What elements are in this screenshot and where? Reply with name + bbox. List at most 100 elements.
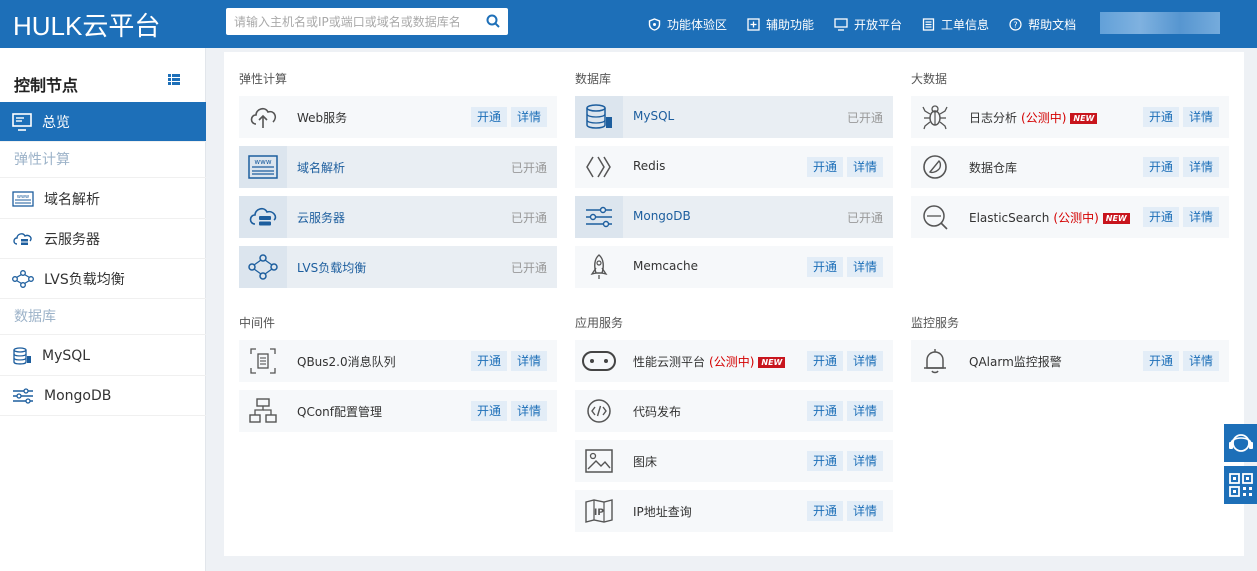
- service-card-image-bed: 图床 开通 详情: [575, 440, 893, 482]
- hierarchy-icon: [245, 395, 281, 427]
- spider-icon: [917, 101, 953, 133]
- nav-tickets[interactable]: 工单信息: [922, 16, 989, 33]
- open-button[interactable]: 开通: [807, 501, 843, 521]
- open-button[interactable]: 开通: [1143, 107, 1179, 127]
- support-button[interactable]: [1224, 424, 1257, 462]
- section-title-bigdata: 大数据: [911, 72, 948, 86]
- monitor-icon: [834, 17, 848, 31]
- user-account[interactable]: [1100, 12, 1220, 34]
- svg-text:?: ?: [1013, 20, 1017, 29]
- service-name: 图床: [633, 455, 658, 469]
- nav-aux-functions[interactable]: 辅助功能: [747, 16, 814, 33]
- open-button[interactable]: 开通: [807, 351, 843, 371]
- open-button[interactable]: 开通: [807, 157, 843, 177]
- nav-label: 工单信息: [941, 17, 990, 32]
- service-card-web: Web服务 开通 详情: [239, 96, 557, 138]
- service-card-data-warehouse: 数据仓库 开通 详情: [911, 146, 1229, 188]
- detail-button[interactable]: 详情: [847, 157, 883, 177]
- gamepad-icon: [581, 345, 617, 377]
- sidebar-category-compute: 弹性计算: [0, 142, 206, 178]
- shield-icon: [648, 17, 661, 31]
- beta-label: (公测中): [709, 355, 755, 369]
- sidebar-item-label: MongoDB: [44, 387, 112, 404]
- service-card-redis: Redis 开通 详情: [575, 146, 893, 188]
- list-icon[interactable]: [168, 74, 180, 89]
- open-button[interactable]: 开通: [807, 401, 843, 421]
- sidebar-item-dns[interactable]: www 域名解析: [0, 179, 206, 219]
- detail-button[interactable]: 详情: [847, 501, 883, 521]
- svg-text:www: www: [254, 158, 271, 166]
- search-input[interactable]: [226, 8, 476, 35]
- help-icon: ?: [1009, 17, 1022, 31]
- sidebar-item-mongodb[interactable]: MongoDB: [0, 376, 206, 416]
- search-icon[interactable]: [486, 14, 500, 32]
- monitor-icon: [12, 112, 32, 131]
- detail-button[interactable]: 详情: [847, 257, 883, 277]
- sidebar-item-label: MySQL: [42, 347, 91, 364]
- document-icon: [922, 17, 935, 31]
- service-name: LVS负载均衡: [297, 261, 367, 275]
- nav-open-platform[interactable]: 开放平台: [834, 16, 902, 33]
- open-button[interactable]: 开通: [1143, 351, 1179, 371]
- service-card-mongodb[interactable]: MongoDB 已开通: [575, 196, 893, 238]
- detail-button[interactable]: 详情: [511, 351, 547, 371]
- main-content: 弹性计算 Web服务 开通 详情 www 域名解析 已开通 云服务器 已开通 L…: [224, 52, 1244, 556]
- nav-label: 功能体验区: [667, 17, 728, 32]
- sidebar-item-mysql[interactable]: MySQL: [0, 336, 206, 376]
- open-button[interactable]: 开通: [471, 351, 507, 371]
- sidebar-item-label: LVS负载均衡: [44, 271, 125, 288]
- detail-button[interactable]: 详情: [511, 107, 547, 127]
- service-name: 性能云测平台 (公测中) NEW: [633, 353, 786, 370]
- cloud-server-icon: [13, 232, 32, 245]
- sidebar-item-lvs[interactable]: LVS负载均衡: [0, 259, 206, 299]
- detail-button[interactable]: 详情: [847, 451, 883, 471]
- qr-code-button[interactable]: [1224, 466, 1257, 504]
- detail-button[interactable]: 详情: [847, 351, 883, 371]
- bell-icon: [917, 345, 953, 377]
- detail-button[interactable]: 详情: [1183, 351, 1219, 371]
- logo[interactable]: HULK云平台: [13, 6, 160, 43]
- service-name: Web服务: [297, 111, 348, 125]
- detail-button[interactable]: 详情: [1183, 207, 1219, 227]
- service-name: MongoDB: [633, 209, 691, 223]
- cloud-server-icon: [245, 201, 281, 233]
- status-opened: 已开通: [510, 161, 547, 175]
- service-card-qconf: QConf配置管理 开通 详情: [239, 390, 557, 432]
- status-opened: 已开通: [846, 211, 883, 225]
- sidebar-item-cloud-server[interactable]: 云服务器: [0, 219, 206, 259]
- detail-button[interactable]: 详情: [847, 401, 883, 421]
- open-button[interactable]: 开通: [1143, 157, 1179, 177]
- nav-label: 开放平台: [854, 17, 903, 32]
- top-header: HULK云平台 功能体验区 辅助功能 开放平台 工单信息 ? 帮助文档: [0, 0, 1257, 48]
- network-nodes-icon: [245, 251, 281, 283]
- image-icon: [581, 445, 617, 477]
- open-button[interactable]: 开通: [807, 257, 843, 277]
- sidebar-item-overview[interactable]: 总览: [0, 102, 206, 142]
- ip-map-icon: IP: [581, 495, 617, 527]
- open-button[interactable]: 开通: [807, 451, 843, 471]
- detail-button[interactable]: 详情: [1183, 107, 1219, 127]
- chevrons-icon: [581, 151, 617, 183]
- sidebar-title: 控制节点: [14, 76, 79, 95]
- detail-button[interactable]: 详情: [1183, 157, 1219, 177]
- service-name: 代码发布: [633, 405, 682, 419]
- search-box[interactable]: [226, 8, 508, 35]
- service-name: Memcache: [633, 259, 698, 273]
- new-badge: NEW: [758, 357, 786, 368]
- detail-button[interactable]: 详情: [511, 401, 547, 421]
- open-button[interactable]: 开通: [1143, 207, 1179, 227]
- nav-feature-zone[interactable]: 功能体验区: [648, 16, 727, 33]
- service-card-dns[interactable]: www 域名解析 已开通: [239, 146, 557, 188]
- open-button[interactable]: 开通: [471, 107, 507, 127]
- service-card-mysql[interactable]: MySQL 已开通: [575, 96, 893, 138]
- service-card-lvs[interactable]: LVS负载均衡 已开通: [239, 246, 557, 288]
- service-name: QAlarm监控报警: [969, 355, 1062, 369]
- service-card-cloud-server[interactable]: 云服务器 已开通: [239, 196, 557, 238]
- plus-square-icon: [747, 17, 760, 31]
- open-button[interactable]: 开通: [471, 401, 507, 421]
- circle-slash-icon: [917, 151, 953, 183]
- nav-help-docs[interactable]: ? 帮助文档: [1009, 16, 1076, 33]
- section-title-middleware: 中间件: [239, 316, 276, 330]
- service-name-text: ElasticSearch: [969, 211, 1050, 225]
- beta-label: (公测中): [1021, 111, 1067, 125]
